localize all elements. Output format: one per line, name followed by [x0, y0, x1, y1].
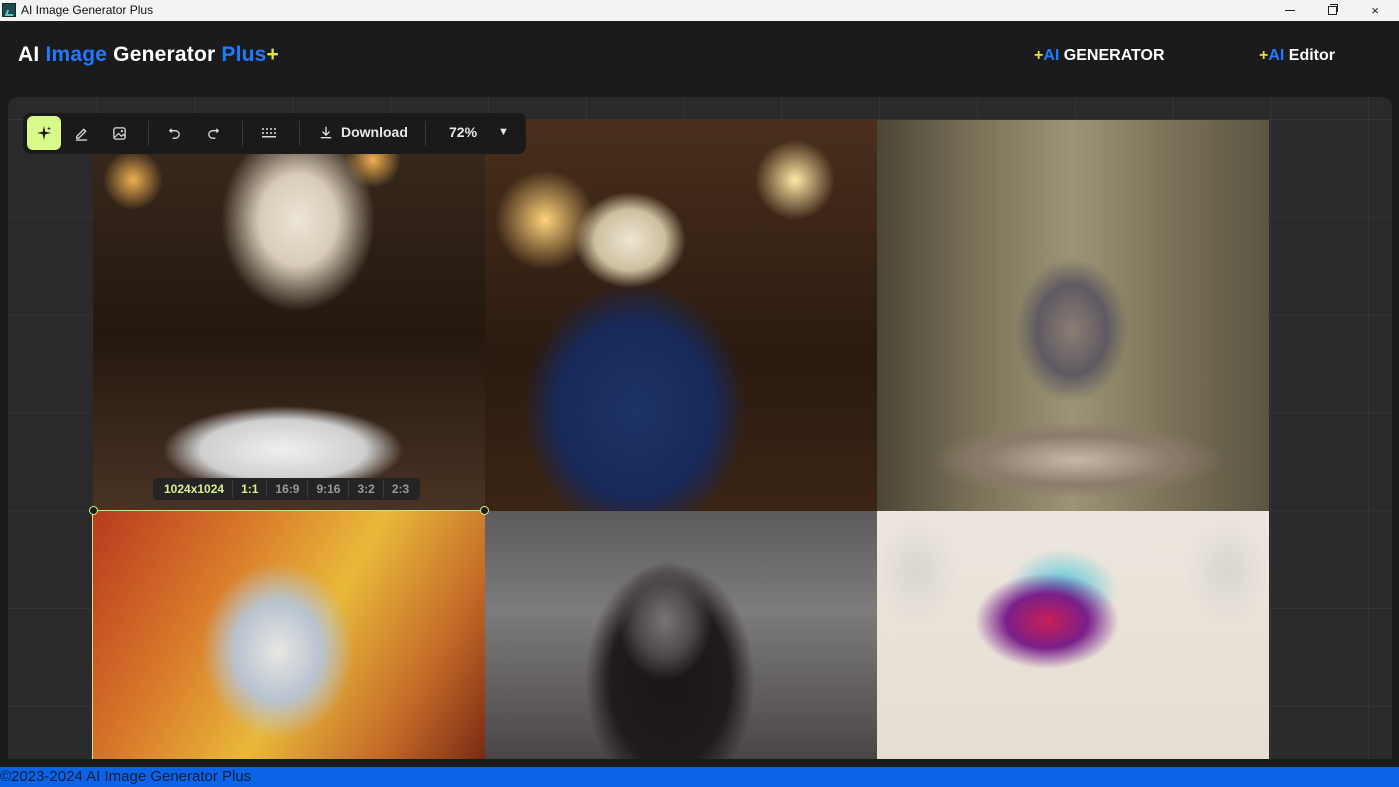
redo-icon — [207, 127, 219, 139]
download-icon — [320, 126, 332, 139]
zoom-dropdown-icon[interactable]: ▼ — [498, 126, 509, 138]
nav-editor-plus: + — [1259, 47, 1269, 64]
image-red-eyed-woman[interactable] — [485, 511, 877, 759]
nav-generator-ai: AI — [1043, 47, 1060, 64]
download-button[interactable]: Download — [319, 124, 408, 140]
window-title: AI Image Generator Plus — [21, 3, 154, 17]
brand-text-generator: Generator — [107, 43, 222, 66]
aspect-ratio-bar: 1024x1024 1:1 16:9 9:16 3:2 2:3 — [153, 478, 421, 500]
sparkle-icon — [37, 126, 51, 140]
image-dripping-skulls[interactable] — [877, 511, 1269, 759]
image-skeleton-suit[interactable] — [485, 120, 877, 511]
editor-toolbar: Download 72% ▼ — [23, 113, 526, 154]
redo-button[interactable] — [196, 116, 230, 150]
edit-tool-button[interactable] — [64, 116, 98, 150]
resize-handle-right[interactable] — [480, 506, 489, 515]
ratio-option-2-3[interactable]: 2:3 — [382, 480, 417, 498]
app-icon — [2, 3, 16, 17]
zoom-level[interactable]: 72% — [449, 124, 477, 140]
image-painted-skull[interactable] — [92, 510, 486, 759]
close-button[interactable]: × — [1352, 0, 1398, 21]
brand-text-ai: AI — [18, 43, 46, 66]
ratio-option-1-1[interactable]: 1:1 — [232, 480, 266, 498]
undo-icon — [168, 127, 180, 139]
title-bar: AI Image Generator Plus × — [0, 0, 1399, 21]
restore-button[interactable] — [1309, 0, 1355, 21]
editor-canvas[interactable]: 1024x1024 1:1 16:9 9:16 3:2 2:3 Download… — [8, 97, 1392, 759]
nav-ai-editor[interactable]: +AI Editor — [1259, 47, 1335, 65]
minimize-icon — [1285, 10, 1295, 11]
resolution-label: 1024x1024 — [164, 482, 225, 496]
ratio-option-9-16[interactable]: 9:16 — [307, 480, 348, 498]
toolbar-divider — [425, 121, 426, 146]
brand-text-image: Image — [45, 43, 108, 66]
pencil-icon — [75, 127, 87, 141]
image-zombies-cakes[interactable] — [877, 120, 1269, 511]
brand-logo: AI Image Generator Plus+ — [18, 43, 279, 67]
brand-plus-sign: + — [266, 43, 279, 66]
download-label: Download — [341, 124, 408, 140]
resize-handle-left[interactable] — [89, 506, 98, 515]
app-header: AI Image Generator Plus+ +AI GENERATOR +… — [0, 21, 1399, 90]
image-skeleton-noodles[interactable] — [93, 120, 485, 511]
nav-generator-plus: + — [1034, 47, 1044, 64]
close-icon: × — [1371, 3, 1379, 18]
ratio-option-16-9[interactable]: 16:9 — [266, 480, 307, 498]
image-tool-button[interactable] — [102, 116, 136, 150]
toolbar-divider — [242, 121, 243, 146]
toolbar-divider — [148, 121, 149, 146]
grid-tool-button[interactable] — [252, 116, 286, 150]
undo-button[interactable] — [157, 116, 191, 150]
nav-ai-generator[interactable]: +AI GENERATOR — [1034, 47, 1165, 65]
footer-copyright: ©2023-2024 AI Image Generator Plus — [0, 767, 1399, 787]
toolbar-divider — [299, 121, 300, 146]
image-icon — [112, 126, 126, 140]
nav-editor-label: Editor — [1284, 47, 1336, 64]
brand-text-plus: Plus — [221, 43, 267, 66]
dots-grid-icon — [262, 128, 276, 138]
nav-generator-label: GENERATOR — [1059, 47, 1165, 64]
nav-editor-ai: AI — [1268, 47, 1285, 64]
magic-tool-button[interactable] — [27, 116, 61, 150]
minimize-button[interactable] — [1267, 0, 1313, 21]
restore-icon — [1327, 4, 1338, 15]
ratio-option-3-2[interactable]: 3:2 — [348, 480, 382, 498]
